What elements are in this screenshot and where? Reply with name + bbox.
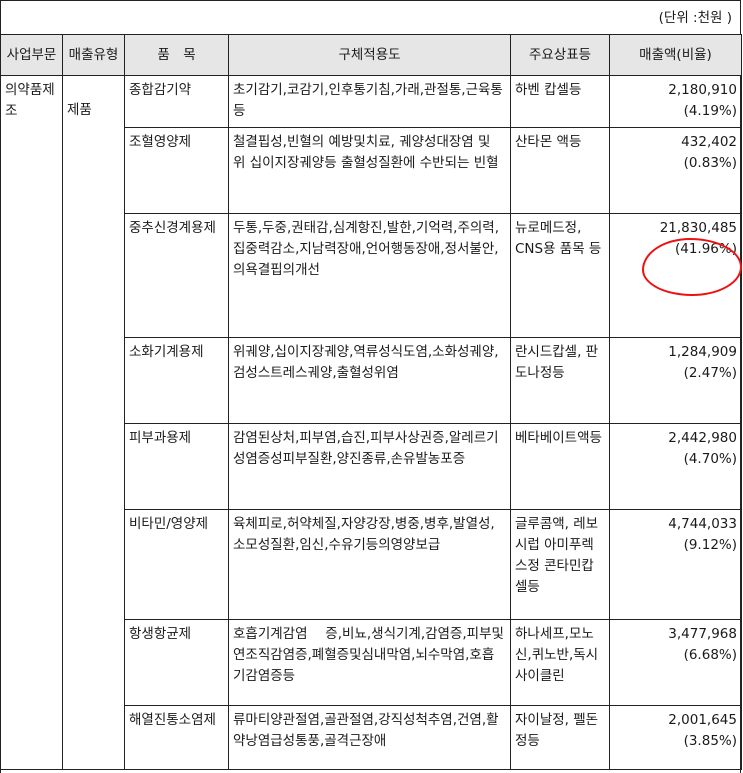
product-cell: 해열진통소염제 — [124, 705, 229, 770]
product-cell: 조혈영양제 — [124, 127, 229, 214]
usage-cell: 초기감기,코감기,인후통기침,가래,관절통,근육통등 — [228, 75, 511, 128]
usage-cell: 위궤양,십이지장궤양,역류성식도염,소화성궤양,검성스트레스궤양,출혈성위염 — [228, 337, 511, 424]
brand-cell: 하벤 캅셀등 — [510, 75, 610, 128]
header-row: 사업부문 매출유형 품 목 구체적용도 주요상표등 매출액(비율) — [0, 34, 742, 76]
sales-ratio: (6.68%) — [683, 647, 737, 663]
sales-ratio: (2.47%) — [683, 365, 737, 381]
usage-cell: 철결핍성,빈혈의 예방및치료, 궤양성대장염 및 위 십이지장궤양등 출혈성질환… — [228, 127, 511, 214]
sales-cell: 2,001,645 (3.85%) — [609, 705, 742, 770]
sales-ratio: (3.85%) — [683, 733, 737, 749]
sales-cell: 4,744,033 (9.12%) — [609, 509, 742, 620]
sales-ratio: (9.12%) — [683, 537, 737, 553]
sales-amount: 3,477,968 — [668, 626, 737, 642]
usage-cell: 감염된상처,피부염,습진,피부사상권증,알레르기성염증성피부질환,양진종류,손유… — [228, 423, 511, 510]
sales-cell: 432,402 (0.83%) — [609, 127, 742, 214]
segment-cell: 의약품제조 — [0, 75, 63, 770]
sales-cell: 3,477,968 (6.68%) — [609, 619, 742, 706]
header-product: 품 목 — [124, 34, 229, 76]
sales-ratio: (0.83%) — [683, 155, 737, 171]
sales-amount: 432,402 — [681, 134, 737, 150]
brand-cell: 자이날정, 펠돈정등 — [510, 705, 610, 770]
sales-ratio: (4.70%) — [683, 451, 737, 467]
usage-cell: 류마티양관절염,골관절염,강직성척추염,건염,활약낭염급성통풍,골격근장애 — [228, 705, 511, 770]
sales-cell: 2,180,910 (4.19%) — [609, 75, 742, 128]
product-cell: 비타민/영양제 — [124, 509, 229, 620]
brand-cell: 베타베이트액등 — [510, 423, 610, 510]
product-cell: 중추신경계용제 — [124, 213, 229, 338]
header-usage: 구체적용도 — [228, 34, 511, 76]
usage-cell: 두통,두중,권태감,심계항진,발한,기억력,주의력,집중력감소,지남력장애,언어… — [228, 213, 511, 338]
brand-cell: 산타몬 액등 — [510, 127, 610, 214]
sales-ratio: (4.19%) — [683, 103, 737, 119]
product-cell: 소화기계용제 — [124, 337, 229, 424]
sales-cell: 21,830,485 (41.96%) — [609, 213, 742, 338]
header-segment: 사업부문 — [0, 34, 63, 76]
sales-amount: 2,442,980 — [668, 430, 737, 446]
sales-amount: 4,744,033 — [668, 516, 737, 532]
brand-cell: 란시드캅셀, 판도나정등 — [510, 337, 610, 424]
sales-amount: 21,830,485 — [659, 220, 737, 236]
usage-cell: 호흡기계감염 증,비뇨,생식기계,감염증,피부및연조직감염증,폐혈증및심내막염,… — [228, 619, 511, 706]
sales-amount: 1,284,909 — [668, 344, 737, 360]
product-cell: 피부과용제 — [124, 423, 229, 510]
sales-ratio: (41.96%) — [674, 241, 737, 257]
sales-cell: 1,284,909 (2.47%) — [609, 337, 742, 424]
brand-cell: 글루콤액, 레보시럽 아미푸렉스정 콘타민캅셀등 — [510, 509, 610, 620]
unit-label: (단위 :천원 ) — [0, 0, 741, 34]
sales-table: 사업부문 매출유형 품 목 구체적용도 주요상표등 매출액(비율) 의약품제조 … — [0, 34, 742, 770]
sales-cell: 2,442,980 (4.70%) — [609, 423, 742, 510]
sales-amount: 2,180,910 — [668, 82, 737, 98]
header-sales: 매출액(비율) — [609, 34, 742, 76]
header-sales-type: 매출유형 — [62, 34, 125, 76]
sales-type-cell: 제품 — [62, 75, 125, 770]
sales-amount: 2,001,645 — [668, 712, 737, 728]
header-brand: 주요상표등 — [510, 34, 610, 76]
usage-cell: 육체피로,허약체질,자양강장,병중,병후,발열성,소모성질환,임신,수유기등의영… — [228, 509, 511, 620]
brand-cell: 뉴로메드정, CNS용 품목 등 — [510, 213, 610, 338]
product-cell: 항생항균제 — [124, 619, 229, 706]
brand-cell: 하나세프,모노신,퀴노반,독시사이클린 — [510, 619, 610, 706]
product-cell: 종합감기약 — [124, 75, 229, 128]
table-row: 의약품제조 제품 종합감기약 초기감기,코감기,인후통기침,가래,관절통,근육통… — [0, 75, 742, 770]
